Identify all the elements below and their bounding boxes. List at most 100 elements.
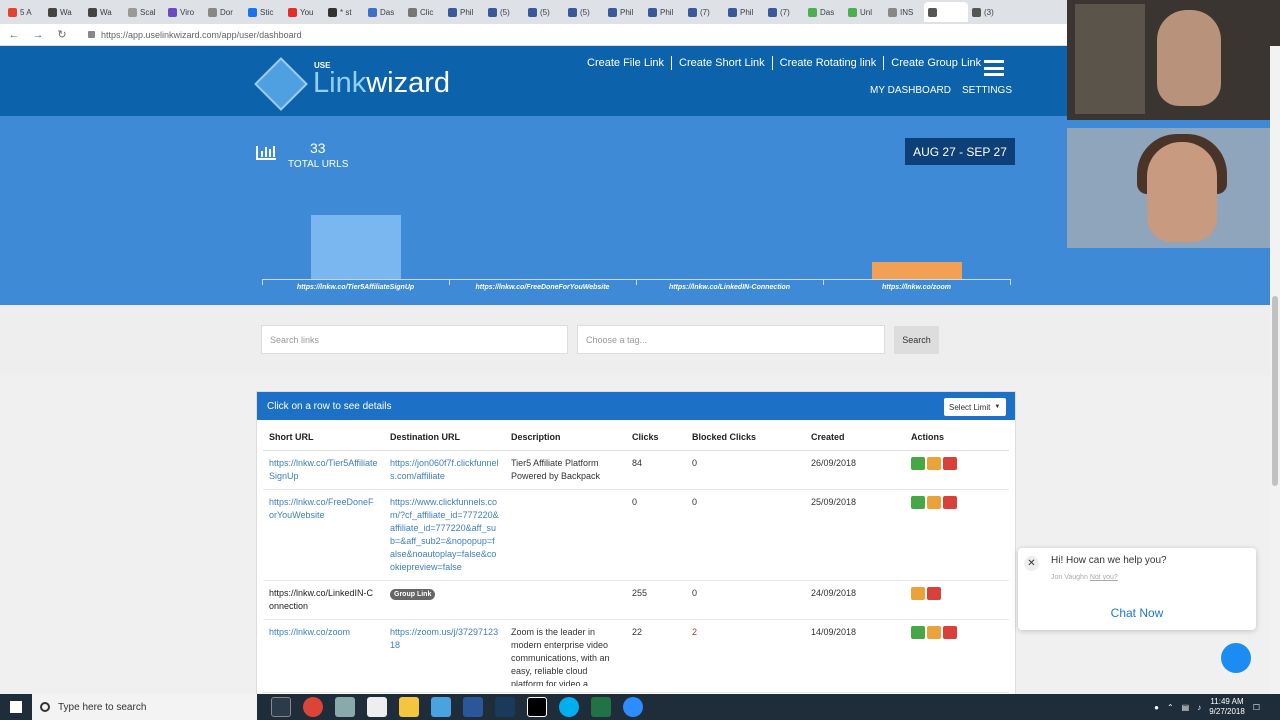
destination-url-link[interactable]: https://zoom.us/j/3729712318 [390, 627, 498, 650]
browser-tab[interactable]: (5) [484, 2, 524, 22]
search-input[interactable]: Search links [261, 325, 568, 354]
chat-now-button[interactable]: Chat Now [1018, 606, 1256, 620]
browser-tab[interactable]: Wa [84, 2, 124, 22]
browser-tab[interactable] [924, 2, 968, 22]
delete-icon[interactable] [943, 457, 957, 470]
close-icon[interactable]: ✕ [1024, 556, 1039, 571]
browser-tab[interactable]: Stic [244, 2, 284, 22]
edit-icon[interactable] [927, 496, 941, 509]
chevron-up-icon[interactable]: ⌃ [1167, 703, 1174, 712]
nav-create-file-link[interactable]: Create File Link [580, 56, 673, 70]
edit-icon[interactable] [927, 626, 941, 639]
browser-tab[interactable]: Phil [724, 2, 764, 22]
browser-tab[interactable]: * st [324, 2, 364, 22]
task-view-icon[interactable] [271, 697, 291, 717]
browser-tab[interactable]: 5 A [4, 2, 44, 22]
table-row[interactable]: https://lnkw.co/LinkedIN-Connection Grou… [263, 580, 1009, 620]
nav-settings[interactable]: SETTINGS [962, 85, 1012, 96]
total-urls-label: TOTAL URLS [288, 159, 349, 170]
short-url-text[interactable]: https://lnkw.co/LinkedIN-Connection [269, 588, 373, 611]
chart-bar[interactable] [310, 215, 401, 279]
notifications-icon[interactable]: ☐ [1253, 703, 1260, 712]
browser-tab[interactable]: (5) [564, 2, 604, 22]
search-row: Search links Choose a tag... Search [0, 305, 1280, 375]
browser-tab[interactable]: Dor [204, 2, 244, 22]
copy-icon[interactable] [911, 496, 925, 509]
back-icon[interactable]: ← [4, 29, 24, 41]
url-field[interactable]: https://app.uselinkwizard.com/app/user/d… [101, 30, 302, 40]
browser-tab[interactable]: Das [364, 2, 404, 22]
people-icon[interactable]: ● [1154, 703, 1159, 712]
zoom-icon[interactable] [623, 697, 643, 717]
short-url-link[interactable]: https://lnkw.co/Tier5AffiliateSignUp [269, 458, 378, 481]
browser-tab[interactable]: Phil [644, 2, 684, 22]
date-range-button[interactable]: AUG 27 - SEP 27 [905, 138, 1015, 165]
table-row[interactable]: https://lnkw.co/Tier5AffiliateSignUp htt… [263, 450, 1009, 490]
search-button[interactable]: Search [894, 326, 939, 354]
delete-icon[interactable] [943, 626, 957, 639]
app-icon[interactable] [335, 697, 355, 717]
browser-tab[interactable]: Phil [604, 2, 644, 22]
menu-icon[interactable] [984, 60, 1004, 76]
browser-tab[interactable]: INS [884, 2, 924, 22]
chart-bar[interactable] [871, 262, 962, 279]
network-icon[interactable]: ▤ [1182, 703, 1190, 712]
tag-select[interactable]: Choose a tag... [577, 325, 885, 354]
table-row[interactable]: https://lnkw.co/zoom https://zoom.us/j/3… [263, 619, 1009, 693]
chat-not-you-link[interactable]: Not you? [1090, 574, 1118, 581]
browser-tab[interactable]: (5) [524, 2, 564, 22]
excel-icon[interactable] [591, 697, 611, 717]
skype-icon[interactable] [559, 697, 579, 717]
browser-tab[interactable]: Scal [124, 2, 164, 22]
copy-icon[interactable] [911, 457, 925, 470]
logo[interactable]: USE Linkwizard [254, 57, 458, 111]
nav-create-short-link[interactable]: Create Short Link [672, 56, 773, 70]
browser-tab[interactable]: Viro [164, 2, 204, 22]
table-row[interactable]: https://lnkw.co/FreeDoneForYouWebsite ht… [263, 489, 1009, 581]
reload-icon[interactable]: ↻ [52, 28, 72, 41]
nav-create-rotating-link[interactable]: Create Rotating link [773, 56, 885, 70]
nav-my-dashboard[interactable]: MY DASHBOARD [870, 85, 951, 96]
tab-favicon-icon [608, 7, 617, 17]
browser-tab[interactable]: Clic [404, 2, 444, 22]
copy-icon[interactable] [911, 626, 925, 639]
taskbar-search-input[interactable]: Type here to search [58, 702, 146, 713]
forward-icon[interactable]: → [28, 29, 48, 41]
clock[interactable]: 11:49 AM 9/27/2018 [1209, 697, 1245, 717]
windows-start-icon[interactable] [0, 694, 32, 720]
select-limit-label: Select Limit [949, 402, 991, 412]
tab-favicon-icon [972, 7, 981, 17]
browser-tab[interactable]: Wa [44, 2, 84, 22]
nav-create-group-link[interactable]: Create Group Link [884, 56, 988, 70]
word-icon[interactable] [463, 697, 483, 717]
logo-wizard: wizard [366, 67, 451, 99]
destination-url-link[interactable]: https://www.clickfunnels.com/?cf_affilia… [390, 497, 499, 572]
short-url-link[interactable]: https://lnkw.co/zoom [269, 627, 350, 637]
delete-icon[interactable] [943, 496, 957, 509]
select-limit-dropdown[interactable]: Select Limit ▼ [944, 398, 1006, 416]
browser-tab[interactable]: You [284, 2, 324, 22]
browser-tab[interactable]: Unl [844, 2, 884, 22]
short-url-link[interactable]: https://lnkw.co/FreeDoneForYouWebsite [269, 497, 374, 520]
destination-url-link[interactable]: https://jon060f7f.clickfunnels.com/affil… [390, 458, 499, 481]
taskbar-search[interactable]: Type here to search [32, 694, 257, 720]
file-explorer-icon[interactable] [399, 697, 419, 717]
app-icon[interactable] [527, 697, 547, 717]
photoshop-icon[interactable] [495, 697, 515, 717]
browser-tab[interactable]: (7) [684, 2, 724, 22]
chrome-icon[interactable] [303, 697, 323, 717]
browser-tab[interactable]: Das [804, 2, 844, 22]
tab-favicon-icon [808, 7, 817, 17]
edit-icon[interactable] [927, 457, 941, 470]
browser-tab[interactable]: (3) [968, 2, 1008, 22]
delete-icon[interactable] [927, 587, 941, 600]
mail-icon[interactable] [367, 697, 387, 717]
app-icon[interactable] [431, 697, 451, 717]
volume-icon[interactable]: ♪ [1197, 703, 1201, 712]
messenger-icon[interactable] [1221, 643, 1251, 673]
browser-tab[interactable]: Phil [444, 2, 484, 22]
clock-date: 9/27/2018 [1209, 707, 1245, 716]
page-scrollbar[interactable] [1270, 46, 1280, 696]
browser-tab[interactable]: (7) [764, 2, 804, 22]
edit-icon[interactable] [911, 587, 925, 600]
